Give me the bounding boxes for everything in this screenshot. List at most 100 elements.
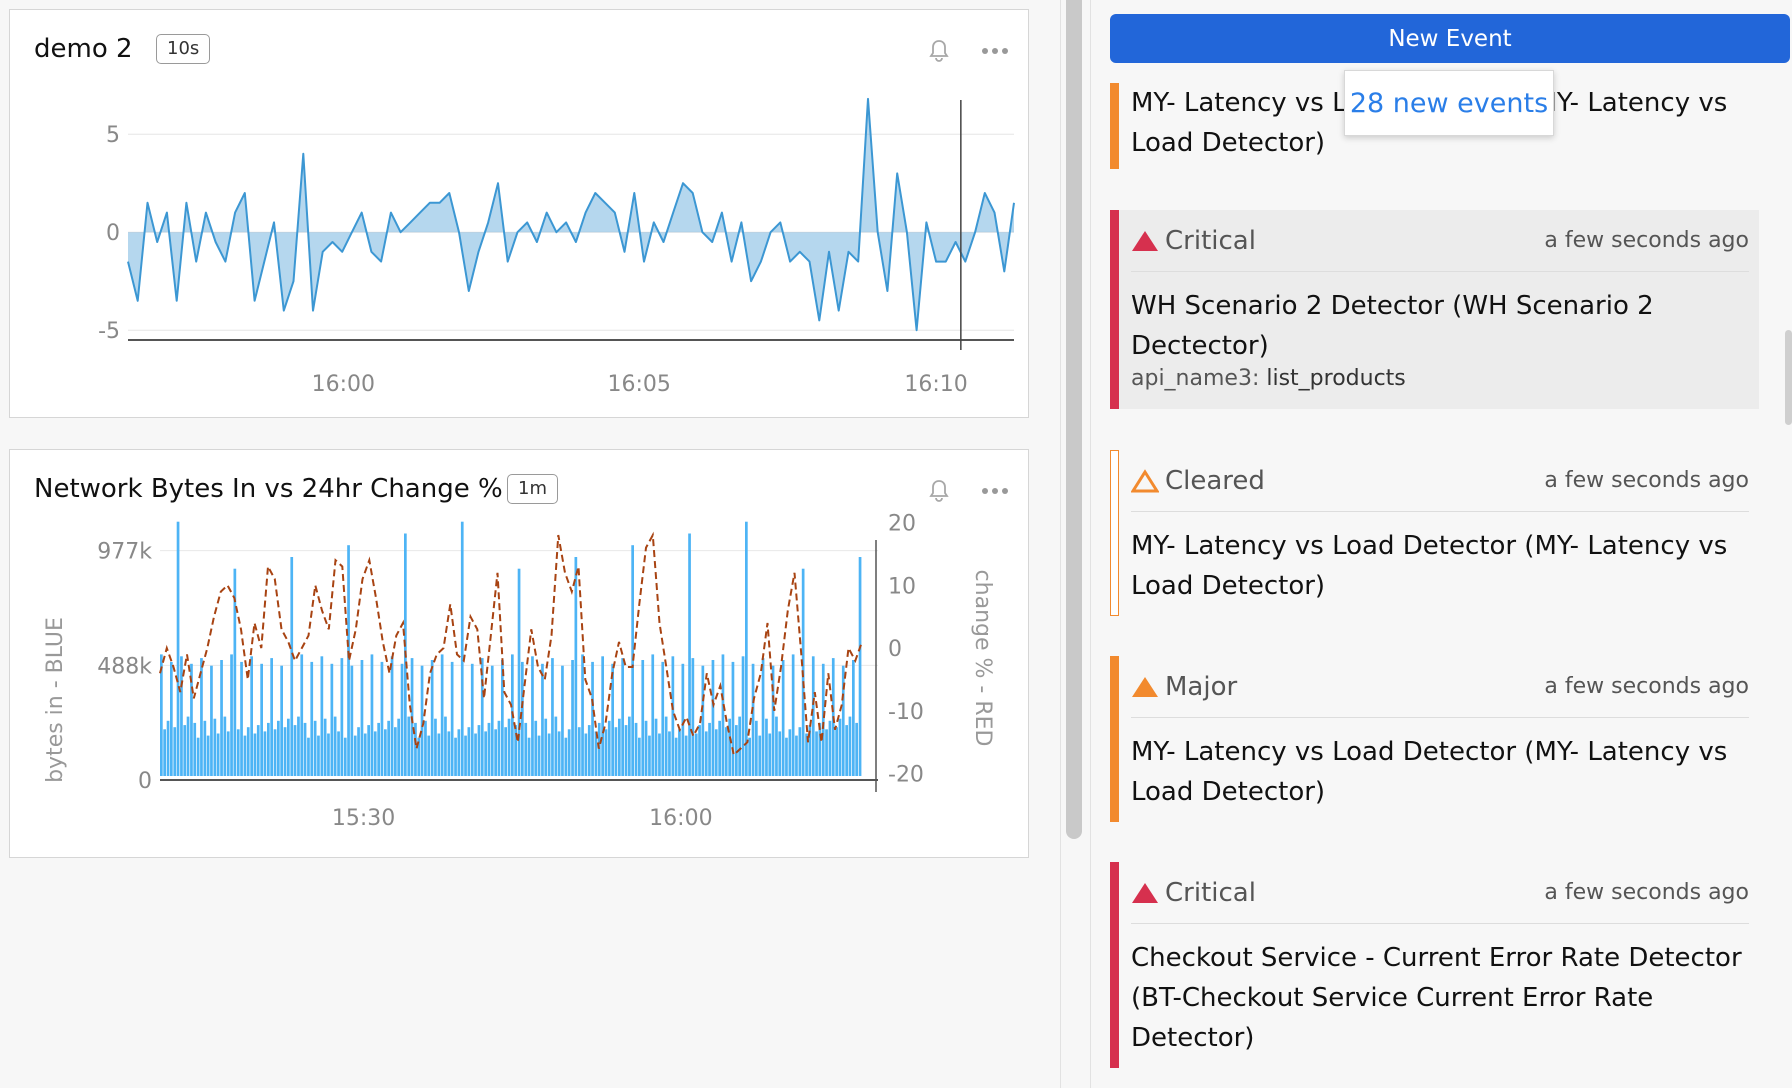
bytes-bar bbox=[260, 663, 263, 776]
bytes-bar bbox=[447, 731, 451, 776]
bytes-bar bbox=[614, 727, 618, 776]
bytes-bar bbox=[658, 733, 661, 776]
bytes-bar bbox=[196, 737, 200, 776]
bytes-bar bbox=[427, 735, 431, 776]
bytes-bar bbox=[708, 722, 711, 776]
bytes-bar bbox=[607, 720, 611, 776]
bytes-bar bbox=[668, 731, 671, 776]
bytes-bar bbox=[571, 660, 574, 776]
bytes-bar bbox=[327, 733, 330, 776]
bytes-bar bbox=[213, 718, 217, 776]
network-bytes-chart[interactable]: 977k 488k 0 20 10 0 -10 -20 bytes in - BLUE chang… bbox=[10, 450, 1030, 859]
bytes-bar bbox=[664, 716, 668, 776]
event-item[interactable]: Cleared a few seconds ago MY- Latency vs… bbox=[1110, 450, 1759, 616]
y2-tick-label: 20 bbox=[888, 512, 916, 537]
bytes-bar bbox=[761, 658, 765, 776]
severity-bar bbox=[1110, 83, 1119, 169]
bytes-bar bbox=[350, 665, 354, 776]
bytes-bar bbox=[440, 654, 444, 776]
dimension-key: api_name3: bbox=[1131, 366, 1260, 391]
bytes-bar bbox=[287, 718, 290, 776]
bytes-bar bbox=[484, 731, 487, 776]
severity-bar bbox=[1110, 210, 1119, 409]
bytes-bar bbox=[671, 656, 675, 776]
bytes-bar bbox=[815, 731, 818, 776]
bytes-bar bbox=[561, 665, 564, 776]
bytes-bar bbox=[250, 656, 253, 776]
x-tick-label: 16:00 bbox=[649, 806, 712, 831]
bytes-bar bbox=[367, 725, 370, 776]
bytes-bar bbox=[494, 729, 497, 776]
bytes-bar bbox=[587, 725, 591, 776]
event-title: WH Scenario 2 Detector (WH Scenario 2 De… bbox=[1131, 291, 1654, 361]
critical-icon bbox=[1132, 230, 1158, 251]
bytes-bar bbox=[741, 656, 745, 776]
bytes-bar bbox=[795, 735, 798, 776]
bytes-bar bbox=[490, 665, 494, 776]
bytes-bar bbox=[755, 720, 758, 776]
bytes-bar bbox=[487, 722, 491, 776]
bytes-bar bbox=[203, 720, 207, 776]
bytes-bar bbox=[507, 718, 511, 776]
event-item[interactable]: Critical a few seconds ago WH Scenario 2… bbox=[1110, 210, 1759, 409]
new-event-button[interactable]: New Event bbox=[1110, 14, 1790, 63]
bytes-bar bbox=[186, 716, 190, 776]
bytes-bar bbox=[835, 727, 838, 776]
severity-label: Critical bbox=[1165, 225, 1256, 256]
bytes-bar bbox=[514, 725, 517, 776]
pane-resize-handle[interactable] bbox=[1066, 0, 1082, 839]
bytes-bar bbox=[384, 729, 387, 776]
bytes-bar bbox=[173, 727, 177, 776]
bytes-bar bbox=[781, 660, 785, 776]
event-time: a few seconds ago bbox=[1544, 228, 1749, 253]
bytes-bar bbox=[380, 661, 384, 776]
bytes-bar bbox=[661, 661, 665, 776]
bytes-bar bbox=[390, 656, 394, 776]
bytes-bar bbox=[236, 729, 240, 776]
bytes-bar bbox=[467, 727, 471, 776]
bytes-bar bbox=[377, 722, 380, 776]
y2-tick-label: 0 bbox=[888, 637, 902, 662]
bytes-bar bbox=[206, 735, 210, 776]
bytes-bar bbox=[785, 737, 788, 776]
bytes-bar bbox=[527, 737, 531, 776]
bytes-bar bbox=[434, 718, 437, 776]
new-events-tooltip[interactable]: 28 new events bbox=[1344, 70, 1554, 136]
bytes-bar bbox=[477, 725, 481, 776]
bytes-bar bbox=[821, 663, 825, 776]
bytes-bar bbox=[855, 722, 858, 776]
bytes-bar bbox=[745, 521, 748, 776]
demo2-chart[interactable]: 5 0 -5 16:00 16:05 16:10 bbox=[10, 10, 1030, 419]
bytes-bar bbox=[531, 656, 534, 776]
bytes-bar bbox=[504, 727, 507, 776]
cleared-icon bbox=[1131, 468, 1159, 492]
bytes-bar bbox=[460, 521, 464, 776]
bytes-bar bbox=[283, 727, 287, 776]
event-title: MY- Latency vs Load Detector (MY- Latenc… bbox=[1131, 737, 1728, 807]
severity-label: Cleared bbox=[1165, 465, 1265, 496]
bytes-bar bbox=[858, 557, 862, 776]
bytes-bar bbox=[845, 725, 848, 776]
y-tick-label: 5 bbox=[106, 123, 120, 148]
x-tick-label: 15:30 bbox=[332, 806, 395, 831]
bytes-bar bbox=[437, 733, 441, 776]
bytes-bar bbox=[387, 720, 390, 776]
event-item[interactable]: Major a few seconds ago MY- Latency vs L… bbox=[1110, 656, 1759, 822]
bytes-bar bbox=[183, 725, 187, 776]
bytes-bar bbox=[240, 661, 243, 776]
bytes-bar bbox=[343, 737, 347, 776]
bytes-bar bbox=[574, 557, 578, 776]
bytes-bar bbox=[363, 733, 367, 776]
bytes-bar bbox=[701, 665, 705, 776]
bytes-bar bbox=[357, 727, 360, 776]
major-icon bbox=[1132, 676, 1158, 697]
series-area bbox=[128, 98, 1014, 331]
bytes-bar bbox=[407, 716, 411, 776]
bytes-bar bbox=[811, 656, 815, 776]
bytes-bar bbox=[394, 727, 397, 776]
bytes-bar bbox=[698, 725, 701, 776]
bytes-bar bbox=[501, 660, 504, 776]
panel-scrollbar[interactable] bbox=[1785, 330, 1792, 425]
event-item[interactable]: Critical a few seconds ago Checkout Serv… bbox=[1110, 862, 1759, 1068]
bytes-bar bbox=[604, 729, 608, 776]
